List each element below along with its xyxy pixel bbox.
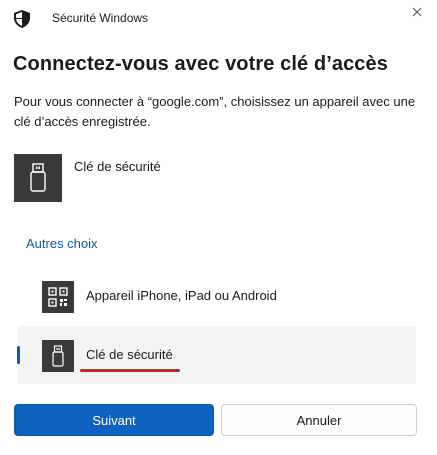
app-title: Sécurité Windows xyxy=(52,11,149,25)
usb-key-tile xyxy=(14,154,62,202)
close-icon xyxy=(412,7,422,17)
security-key-label: Clé de sécurité xyxy=(74,159,161,174)
more-choices-link[interactable]: Autres choix xyxy=(26,236,98,251)
security-key-option[interactable]: Clé de sécurité xyxy=(14,154,434,204)
qr-code-icon xyxy=(48,287,68,307)
close-button[interactable] xyxy=(403,0,431,24)
option-security-key[interactable]: Clé de sécurité xyxy=(17,326,416,384)
usb-key-icon xyxy=(52,345,64,367)
cancel-button[interactable]: Annuler xyxy=(221,404,417,436)
usb-key-tile xyxy=(42,340,74,372)
shield-icon xyxy=(14,10,30,28)
dialog-heading: Connectez-vous avec votre clé d’accès xyxy=(13,53,388,75)
highlight-underline xyxy=(80,369,180,372)
option-phone-device[interactable]: Appareil iPhone, iPad ou Android xyxy=(18,267,416,325)
dialog-description: Pour vous connecter à “google.com”, choi… xyxy=(14,94,416,129)
option-security-key-label: Clé de sécurité xyxy=(86,347,173,362)
selection-indicator xyxy=(17,346,20,364)
qr-code-tile xyxy=(42,281,74,313)
next-button[interactable]: Suivant xyxy=(14,404,214,436)
title-bar: Sécurité Windows xyxy=(0,0,437,40)
option-phone-label: Appareil iPhone, iPad ou Android xyxy=(86,288,277,303)
usb-key-icon xyxy=(30,163,46,192)
